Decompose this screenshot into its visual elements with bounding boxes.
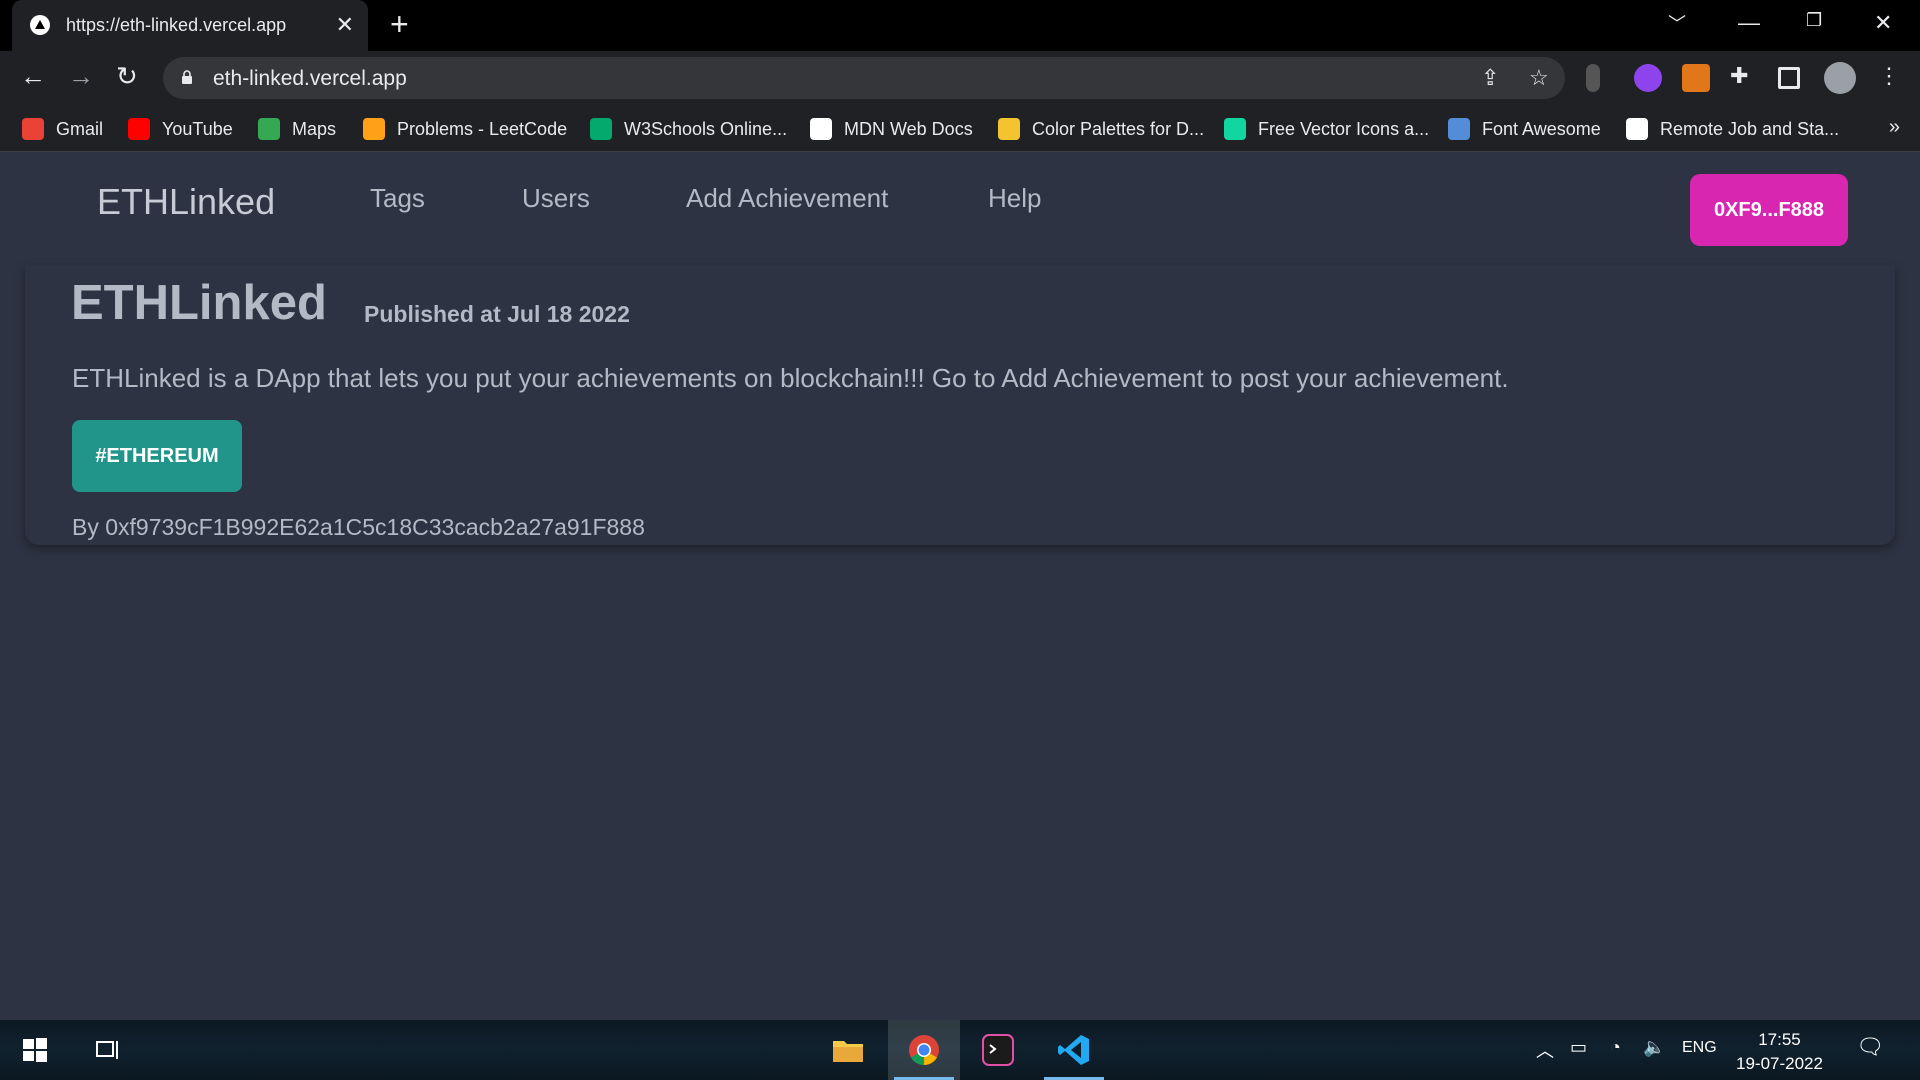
browser-tab-bar: https://eth-linked.vercel.app ✕ + ﹀ — ❐ … — [0, 0, 1920, 51]
system-clock[interactable]: 17:55 19-07-2022 — [1736, 1028, 1823, 1076]
close-tab-icon[interactable]: ✕ — [336, 12, 354, 38]
start-button[interactable] — [0, 1020, 70, 1080]
bookmark-remote-job[interactable]: Remote Job and Sta... — [1626, 116, 1839, 142]
bookmark-color-palettes[interactable]: Color Palettes for D... — [998, 116, 1204, 142]
published-date: Published at Jul 18 2022 — [364, 301, 630, 327]
youtube-icon — [128, 118, 150, 140]
bookmark-free-vector-icons[interactable]: Free Vector Icons a... — [1224, 116, 1429, 142]
volume-icon[interactable]: 🔈 — [1643, 1037, 1665, 1058]
chrome-menu-icon[interactable]: ⋮ — [1878, 63, 1900, 89]
wallet-address-button[interactable]: 0XF9...F888 — [1690, 174, 1848, 246]
bookmark-mdn[interactable]: MDN Web Docs — [810, 116, 973, 142]
achievement-author: By 0xf9739cF1B992E62a1C5c18C33cacb2a27a9… — [72, 514, 645, 540]
nav-link-users[interactable]: Users — [522, 183, 590, 214]
achievement-description: ETHLinked is a DApp that lets you put yo… — [72, 363, 1509, 393]
bookmark-w3schools[interactable]: W3Schools Online... — [590, 116, 787, 142]
w3schools-icon — [590, 118, 612, 140]
puzzle-extensions-icon[interactable]: ✚ — [1730, 63, 1748, 89]
restore-button[interactable]: ❐ — [1806, 10, 1822, 31]
maps-icon — [258, 118, 280, 140]
chrome-icon — [909, 1035, 939, 1065]
share-icon[interactable]: ⇪ — [1481, 65, 1499, 91]
nav-link-add-achievement[interactable]: Add Achievement — [686, 183, 888, 214]
bookmark-gmail[interactable]: Gmail — [22, 116, 103, 142]
font-awesome-flag-icon — [1448, 118, 1470, 140]
clock-time: 17:55 — [1758, 1030, 1801, 1049]
gmail-icon — [22, 118, 44, 140]
extension-purple-icon[interactable] — [1634, 64, 1662, 92]
url-text: eth-linked.vercel.app — [213, 67, 407, 90]
show-hidden-icons-chevron-icon[interactable]: ︿ — [1536, 1037, 1554, 1063]
reload-icon[interactable]: ↻ — [116, 63, 138, 89]
notifications-icon[interactable]: 🗨 — [1856, 1034, 1884, 1060]
terminal-app[interactable] — [962, 1020, 1034, 1080]
remote-job-icon — [1626, 118, 1648, 140]
bookmark-youtube[interactable]: YouTube — [128, 116, 233, 142]
color-palettes-icon — [998, 118, 1020, 140]
bookmark-font-awesome[interactable]: Font Awesome — [1448, 116, 1601, 142]
site-navbar: ETHLinked Tags Users Add Achievement Hel… — [0, 153, 1920, 265]
tag-ethereum-button[interactable]: #ETHEREUM — [72, 420, 242, 492]
tab-title: https://eth-linked.vercel.app — [66, 15, 287, 35]
profile-avatar[interactable] — [1824, 62, 1856, 94]
close-window-button[interactable]: ✕ — [1874, 10, 1892, 36]
vscode-icon — [1058, 1035, 1089, 1065]
tab-search-icon[interactable]: ﹀ — [1668, 10, 1686, 36]
language-indicator[interactable]: ENG — [1682, 1039, 1717, 1057]
leetcode-icon — [363, 118, 385, 140]
site-brand[interactable]: ETHLinked — [97, 181, 275, 223]
battery-icon[interactable]: ▭ — [1570, 1037, 1587, 1058]
bookmark-star-icon[interactable]: ☆ — [1529, 65, 1549, 91]
file-explorer-app[interactable] — [812, 1020, 884, 1080]
address-bar[interactable]: eth-linked.vercel.app ⇪ ☆ — [163, 57, 1565, 99]
bookmarks-bar: Gmail YouTube Maps Problems - LeetCode W… — [0, 104, 1920, 152]
nav-link-tags[interactable]: Tags — [370, 183, 425, 214]
vector-icons-icon — [1224, 118, 1246, 140]
back-arrow-icon[interactable]: ← — [20, 63, 46, 89]
task-view-button[interactable] — [72, 1020, 144, 1080]
lock-icon — [182, 70, 192, 84]
metamask-icon[interactable] — [1682, 64, 1710, 92]
achievement-title: ETHLinked — [71, 276, 327, 330]
task-view-icon — [96, 1041, 118, 1059]
folder-icon — [833, 1041, 863, 1062]
wifi-icon[interactable]: ◔ — [1610, 1037, 1621, 1058]
chrome-app[interactable] — [888, 1020, 960, 1080]
minimize-button[interactable]: — — [1738, 10, 1760, 36]
bookmark-maps[interactable]: Maps — [258, 116, 336, 142]
new-tab-button[interactable]: + — [390, 8, 409, 40]
windows-taskbar: ︿ ▭ ◔ 🔈 ENG 17:55 19-07-2022 🗨 — [0, 1020, 1920, 1080]
windows-logo-icon — [23, 1038, 47, 1062]
clock-date: 19-07-2022 — [1736, 1054, 1823, 1073]
vercel-favicon-icon — [30, 15, 50, 35]
browser-tab[interactable]: https://eth-linked.vercel.app ✕ — [12, 0, 368, 51]
forward-arrow-icon[interactable]: → — [68, 63, 94, 89]
bookmark-leetcode[interactable]: Problems - LeetCode — [363, 116, 567, 142]
more-bookmarks-button[interactable]: » — [1889, 116, 1900, 139]
vscode-app[interactable] — [1038, 1020, 1110, 1080]
terminal-icon — [982, 1034, 1014, 1066]
browser-toolbar: ← → ↻ eth-linked.vercel.app ⇪ ☆ ✚ ⋮ — [0, 51, 1920, 104]
nav-link-help[interactable]: Help — [988, 183, 1041, 214]
mdn-icon — [810, 118, 832, 140]
extension-icon[interactable] — [1586, 64, 1600, 92]
achievement-card: ETHLinked Published at Jul 18 2022 ETHLi… — [25, 265, 1895, 545]
side-panel-icon[interactable] — [1778, 67, 1800, 89]
